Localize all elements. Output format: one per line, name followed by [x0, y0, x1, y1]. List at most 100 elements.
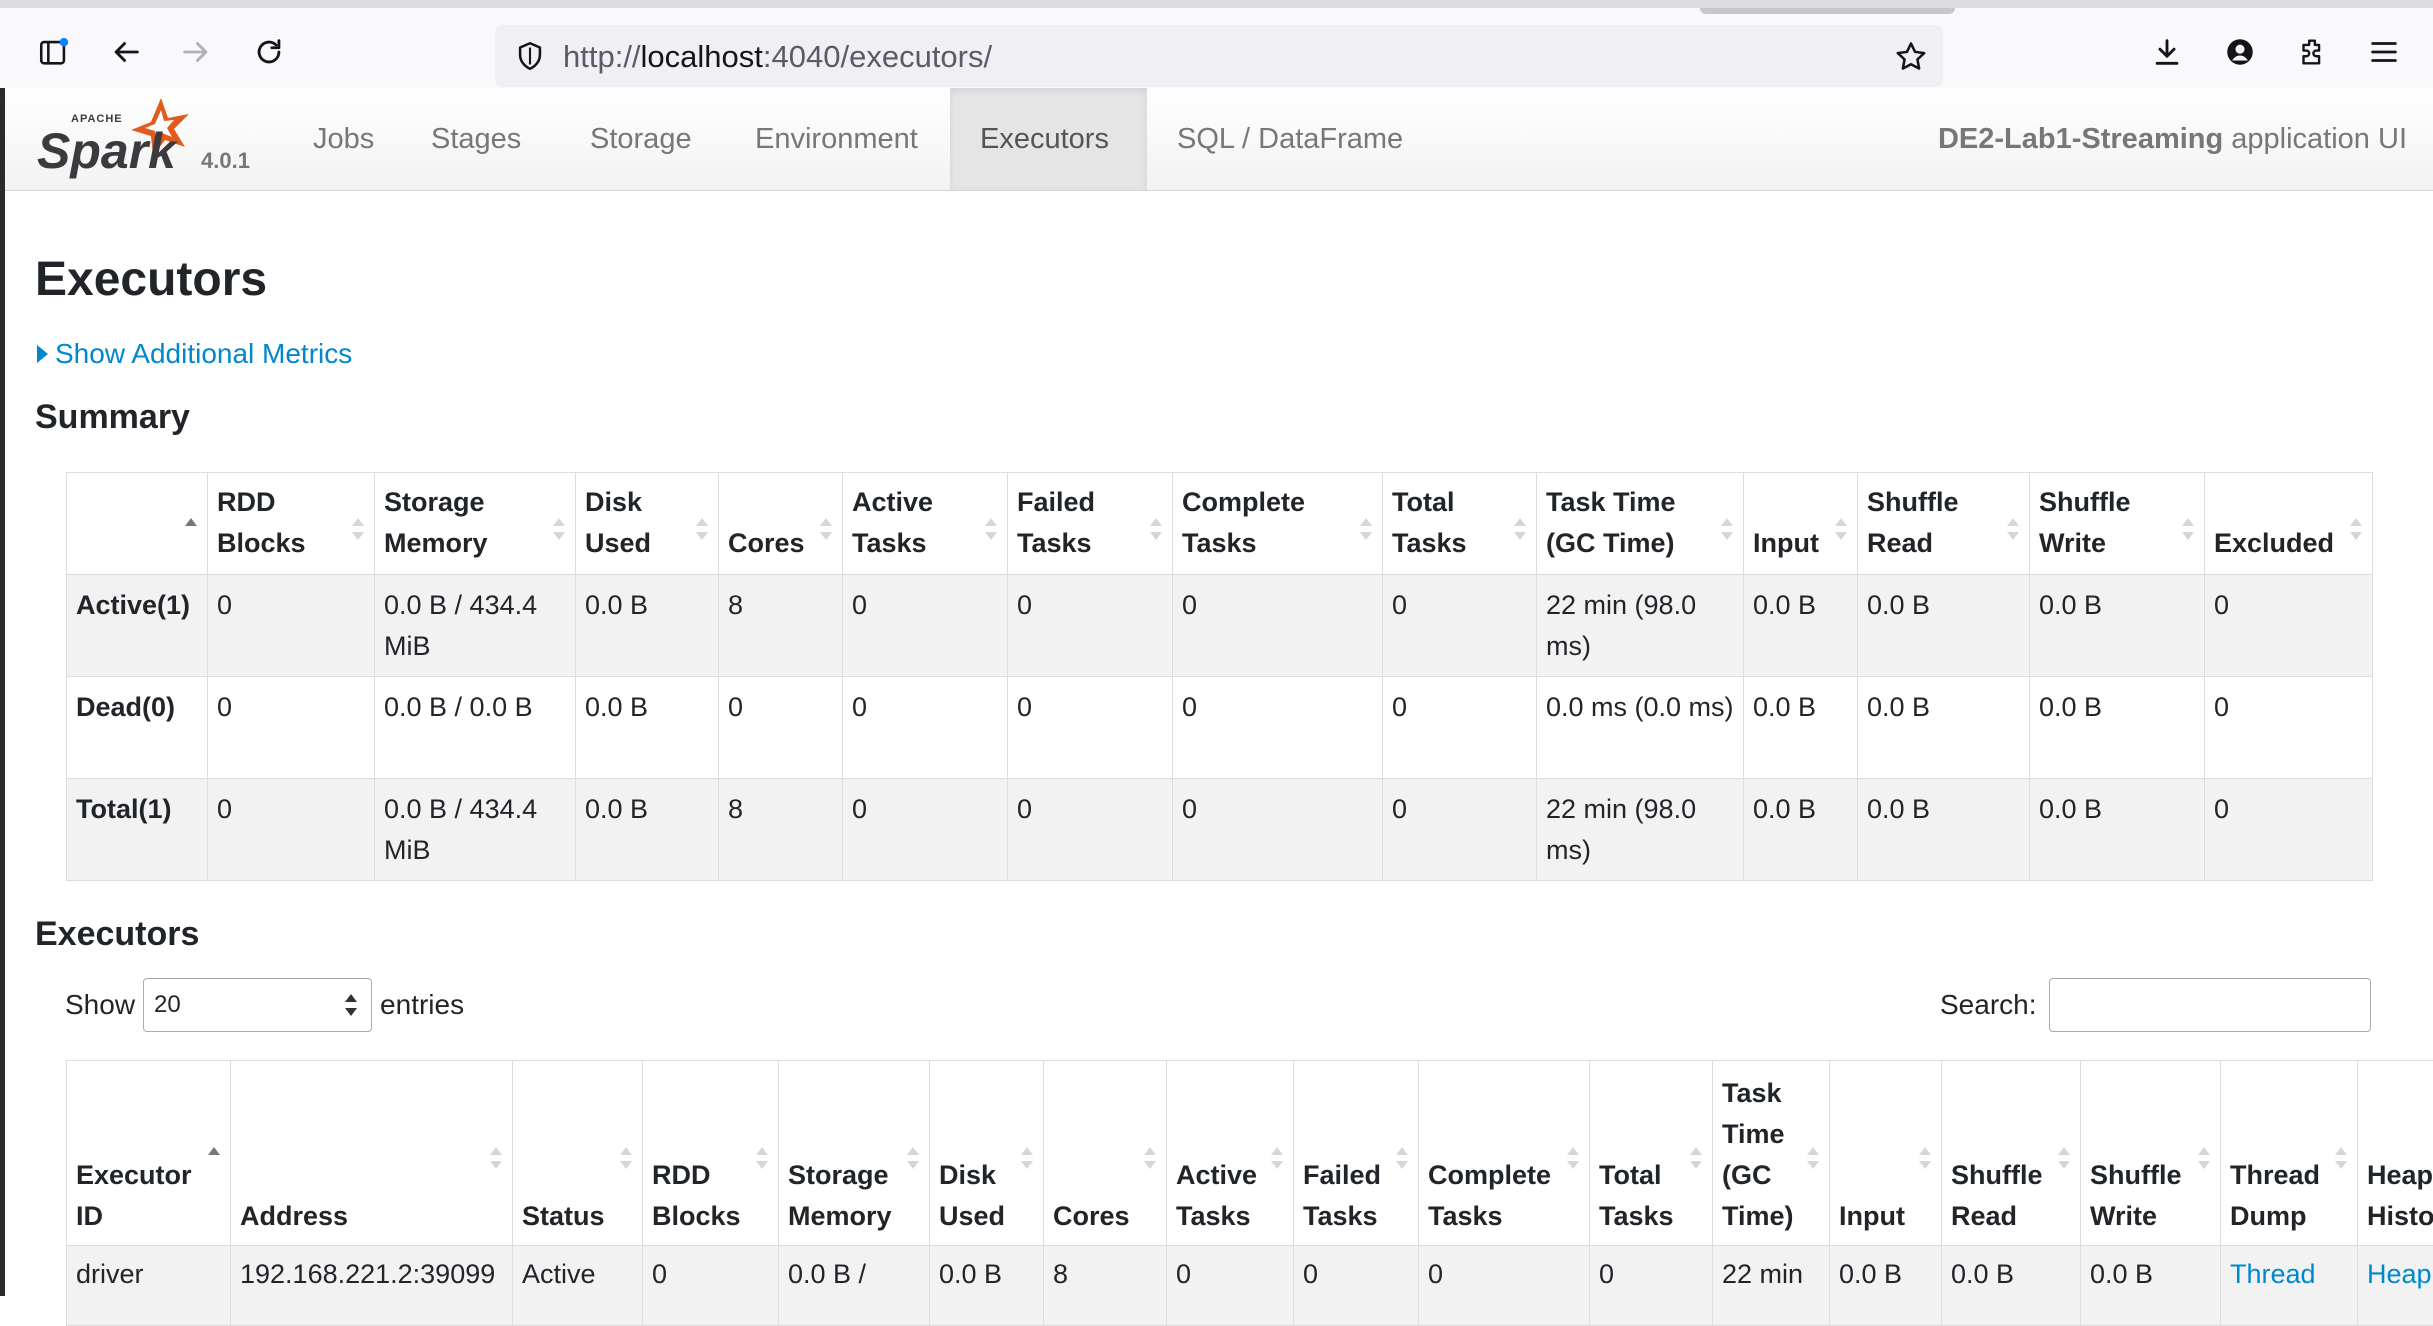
show-additional-metrics-label: Show Additional Metrics: [55, 338, 352, 370]
summary-col-active-tasks[interactable]: Active Tasks: [843, 473, 1008, 575]
table-row: driver 192.168.221.2:39099 Active 0 0.0 …: [67, 1246, 2433, 1326]
sort-icon: [2007, 518, 2019, 540]
back-arrow-icon[interactable]: [102, 28, 150, 76]
col-storage-memory[interactable]: Storage Memory: [779, 1061, 930, 1246]
summary-col-excluded[interactable]: Excluded: [2205, 473, 2373, 575]
summary-cell: 0.0 B: [2030, 575, 2205, 677]
sort-icon: [1021, 1147, 1033, 1169]
reload-icon[interactable]: [245, 28, 293, 76]
application-title: DE2-Lab1-Streaming application UI: [1938, 88, 2407, 190]
heap-histogram-link[interactable]: Heap: [2367, 1259, 2432, 1289]
nav-executors[interactable]: Executors: [950, 88, 1147, 190]
browser-tab-indicator[interactable]: [1700, 8, 1955, 14]
cell-complete-tasks: 0: [1419, 1246, 1590, 1326]
summary-cell: 0: [1008, 779, 1173, 881]
nav-environment[interactable]: Environment: [725, 88, 948, 190]
summary-cell: 0: [208, 677, 375, 779]
thread-dump-link[interactable]: Thread: [2230, 1259, 2316, 1289]
spark-logo[interactable]: APACHE Spark 4.0.1: [33, 92, 203, 182]
summary-cell: 0.0 B: [576, 779, 719, 881]
summary-cell: Dead(0): [67, 677, 208, 779]
search-input[interactable]: [2049, 978, 2371, 1032]
summary-col-input[interactable]: Input: [1744, 473, 1858, 575]
nav-jobs[interactable]: Jobs: [283, 88, 404, 190]
cell-executor-id: driver: [67, 1246, 231, 1326]
summary-col-cores[interactable]: Cores: [719, 473, 843, 575]
entries-label: entries: [380, 989, 464, 1021]
summary-cell: Active(1): [67, 575, 208, 677]
summary-col-storage-memory[interactable]: Storage Memory: [375, 473, 576, 575]
executors-header-row: Executor ID Address Status RDD Blocks St…: [67, 1061, 2433, 1246]
sort-icon: [2335, 1147, 2347, 1169]
col-cores[interactable]: Cores: [1044, 1061, 1167, 1246]
summary-cell: 0.0 B: [576, 677, 719, 779]
menu-hamburger-icon[interactable]: [2360, 28, 2408, 76]
col-complete-tasks[interactable]: Complete Tasks: [1419, 1061, 1590, 1246]
col-rdd-blocks[interactable]: RDD Blocks: [643, 1061, 779, 1246]
summary-cell: 0: [1173, 779, 1383, 881]
col-task-time[interactable]: Task Time (GC Time): [1713, 1061, 1830, 1246]
summary-col-disk-used[interactable]: Disk Used: [576, 473, 719, 575]
summary-col-rdd-blocks[interactable]: RDD Blocks: [208, 473, 375, 575]
summary-cell: 22 min (98.0 ms): [1537, 575, 1744, 677]
cell-cores: 8: [1044, 1246, 1167, 1326]
shield-icon[interactable]: [513, 39, 547, 73]
col-shuffle-write[interactable]: Shuffle Write: [2081, 1061, 2221, 1246]
downloads-icon[interactable]: [2143, 28, 2191, 76]
extensions-icon[interactable]: [2288, 28, 2336, 76]
sort-icon: [696, 518, 708, 540]
summary-col-label[interactable]: [67, 473, 208, 575]
forward-arrow-icon[interactable]: [172, 28, 220, 76]
summary-cell: 0.0 B: [1744, 677, 1858, 779]
summary-heading: Summary: [35, 398, 190, 437]
summary-cell: 0.0 B: [2030, 677, 2205, 779]
col-executor-id[interactable]: Executor ID: [67, 1061, 231, 1246]
summary-col-failed-tasks[interactable]: Failed Tasks: [1008, 473, 1173, 575]
url-text[interactable]: http://localhost:4040/executors/: [563, 39, 992, 75]
summary-col-complete-tasks[interactable]: Complete Tasks: [1173, 473, 1383, 575]
summary-cell: 0: [2205, 779, 2373, 881]
cell-heap-histogram: Heap: [2358, 1246, 2433, 1326]
col-total-tasks[interactable]: Total Tasks: [1590, 1061, 1713, 1246]
col-status[interactable]: Status: [513, 1061, 643, 1246]
col-active-tasks[interactable]: Active Tasks: [1167, 1061, 1294, 1246]
bookmark-star-icon[interactable]: [1893, 39, 1929, 75]
col-input[interactable]: Input: [1830, 1061, 1942, 1246]
nav-stages[interactable]: Stages: [401, 88, 551, 190]
summary-cell: 8: [719, 575, 843, 677]
nav-storage[interactable]: Storage: [560, 88, 722, 190]
col-shuffle-read[interactable]: Shuffle Read: [1942, 1061, 2081, 1246]
summary-col-shuffle-write[interactable]: Shuffle Write: [2030, 473, 2205, 575]
page-length-control: Show 20 entries: [65, 978, 464, 1032]
col-failed-tasks[interactable]: Failed Tasks: [1294, 1061, 1419, 1246]
summary-table: RDD Blocks Storage Memory Disk Used Core…: [66, 472, 2373, 881]
nav-sql-dataframe[interactable]: SQL / DataFrame: [1147, 88, 1433, 190]
sort-icon: [490, 1147, 502, 1169]
sidebar-toggle-icon[interactable]: [30, 28, 78, 76]
col-thread-dump[interactable]: Thread Dump: [2221, 1061, 2358, 1246]
show-additional-metrics-link[interactable]: Show Additional Metrics: [37, 338, 352, 370]
spark-navbar: APACHE Spark 4.0.1 Jobs Stages Storage E…: [5, 88, 2433, 191]
summary-col-task-time[interactable]: Task Time (GC Time): [1537, 473, 1744, 575]
sort-icon: [2058, 1147, 2070, 1169]
cell-input: 0.0 B: [1830, 1246, 1942, 1326]
summary-cell: 8: [719, 779, 843, 881]
address-bar[interactable]: http://localhost:4040/executors/: [495, 25, 1943, 87]
summary-cell: 0.0 B: [2030, 779, 2205, 881]
sort-icon: [1144, 1147, 1156, 1169]
sort-icon: [985, 518, 997, 540]
summary-col-total-tasks[interactable]: Total Tasks: [1383, 473, 1537, 575]
col-heap-histogram[interactable]: Heap Histogram: [2358, 1061, 2433, 1246]
sort-icon: [2350, 518, 2362, 540]
col-address[interactable]: Address: [231, 1061, 513, 1246]
col-disk-used[interactable]: Disk Used: [930, 1061, 1044, 1246]
summary-cell: 0.0 B: [576, 575, 719, 677]
summary-cell: 0.0 B: [1858, 575, 2030, 677]
summary-col-shuffle-read[interactable]: Shuffle Read: [1858, 473, 2030, 575]
sort-asc-icon: [208, 1147, 220, 1169]
summary-row-total: Total(1) 0 0.0 B / 434.4 MiB 0.0 B 8 0 0…: [67, 779, 2373, 881]
page-length-select[interactable]: 20: [143, 978, 372, 1032]
sort-icon: [2198, 1147, 2210, 1169]
summary-cell: 0: [2205, 575, 2373, 677]
account-icon[interactable]: [2216, 28, 2264, 76]
